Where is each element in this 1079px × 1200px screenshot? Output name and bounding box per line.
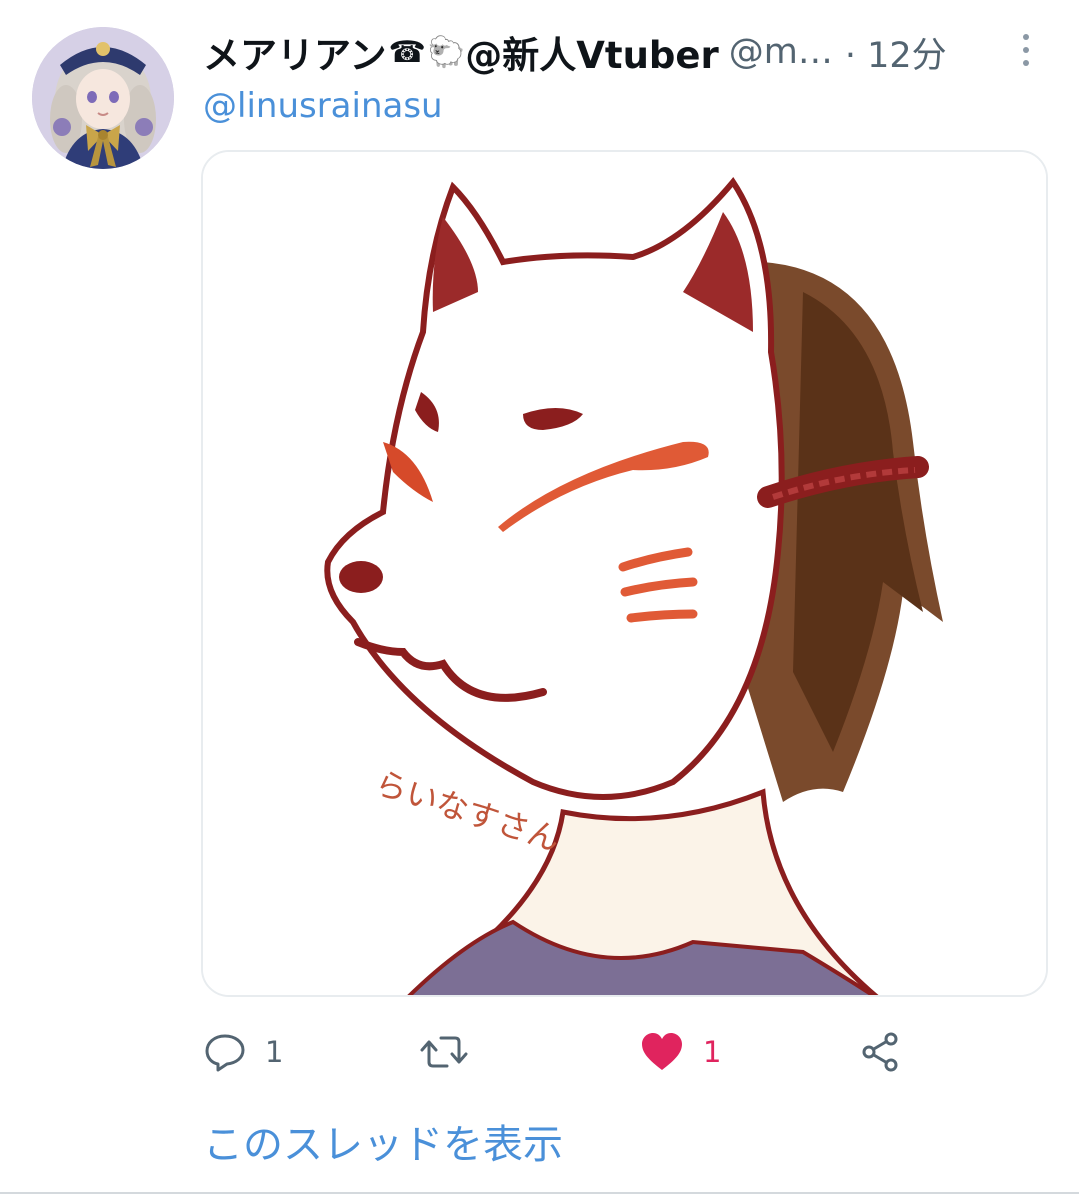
more-dot-icon: [1023, 47, 1029, 53]
more-dot-icon: [1023, 34, 1029, 40]
tweet-header: メアリアン ☎ 🐑 @新人Vtuber @m… · 12分: [203, 22, 1003, 82]
author-name-suffix[interactable]: @新人Vtuber: [465, 25, 719, 79]
share-icon: [862, 1032, 898, 1072]
show-thread-link[interactable]: このスレッドを表示: [203, 1112, 563, 1170]
fox-mask-illustration: らいなすさん: [203, 152, 1046, 995]
reply-icon: [205, 1034, 245, 1072]
mention-link[interactable]: @linusrainasu: [203, 86, 443, 126]
like-count: 1: [703, 1035, 722, 1069]
more-options-button[interactable]: [1012, 30, 1040, 70]
tweet-media[interactable]: らいなすさん: [201, 150, 1048, 997]
share-button[interactable]: [859, 1022, 903, 1082]
avatar[interactable]: [32, 27, 174, 169]
author-handle[interactable]: @m…: [729, 32, 833, 72]
tweet-timestamp[interactable]: · 12分: [845, 27, 947, 78]
author-display-name[interactable]: メアリアン: [203, 25, 387, 79]
reply-count: 1: [265, 1035, 284, 1069]
divider: [0, 1192, 1079, 1194]
heart-icon: [642, 1033, 682, 1070]
like-button[interactable]: 1: [639, 1022, 721, 1082]
retweet-icon: [420, 1036, 468, 1068]
more-dot-icon: [1023, 60, 1029, 66]
retweet-button[interactable]: [419, 1022, 469, 1082]
tweet-actions: 1 1: [203, 1022, 963, 1082]
sheep-icon: 🐑: [427, 34, 466, 70]
tweet-card[interactable]: メアリアン ☎ 🐑 @新人Vtuber @m… · 12分 @linusrain…: [0, 0, 1079, 1200]
reply-button[interactable]: 1: [203, 1022, 283, 1082]
avatar-image: [32, 27, 174, 169]
telephone-icon: ☎: [388, 34, 426, 70]
